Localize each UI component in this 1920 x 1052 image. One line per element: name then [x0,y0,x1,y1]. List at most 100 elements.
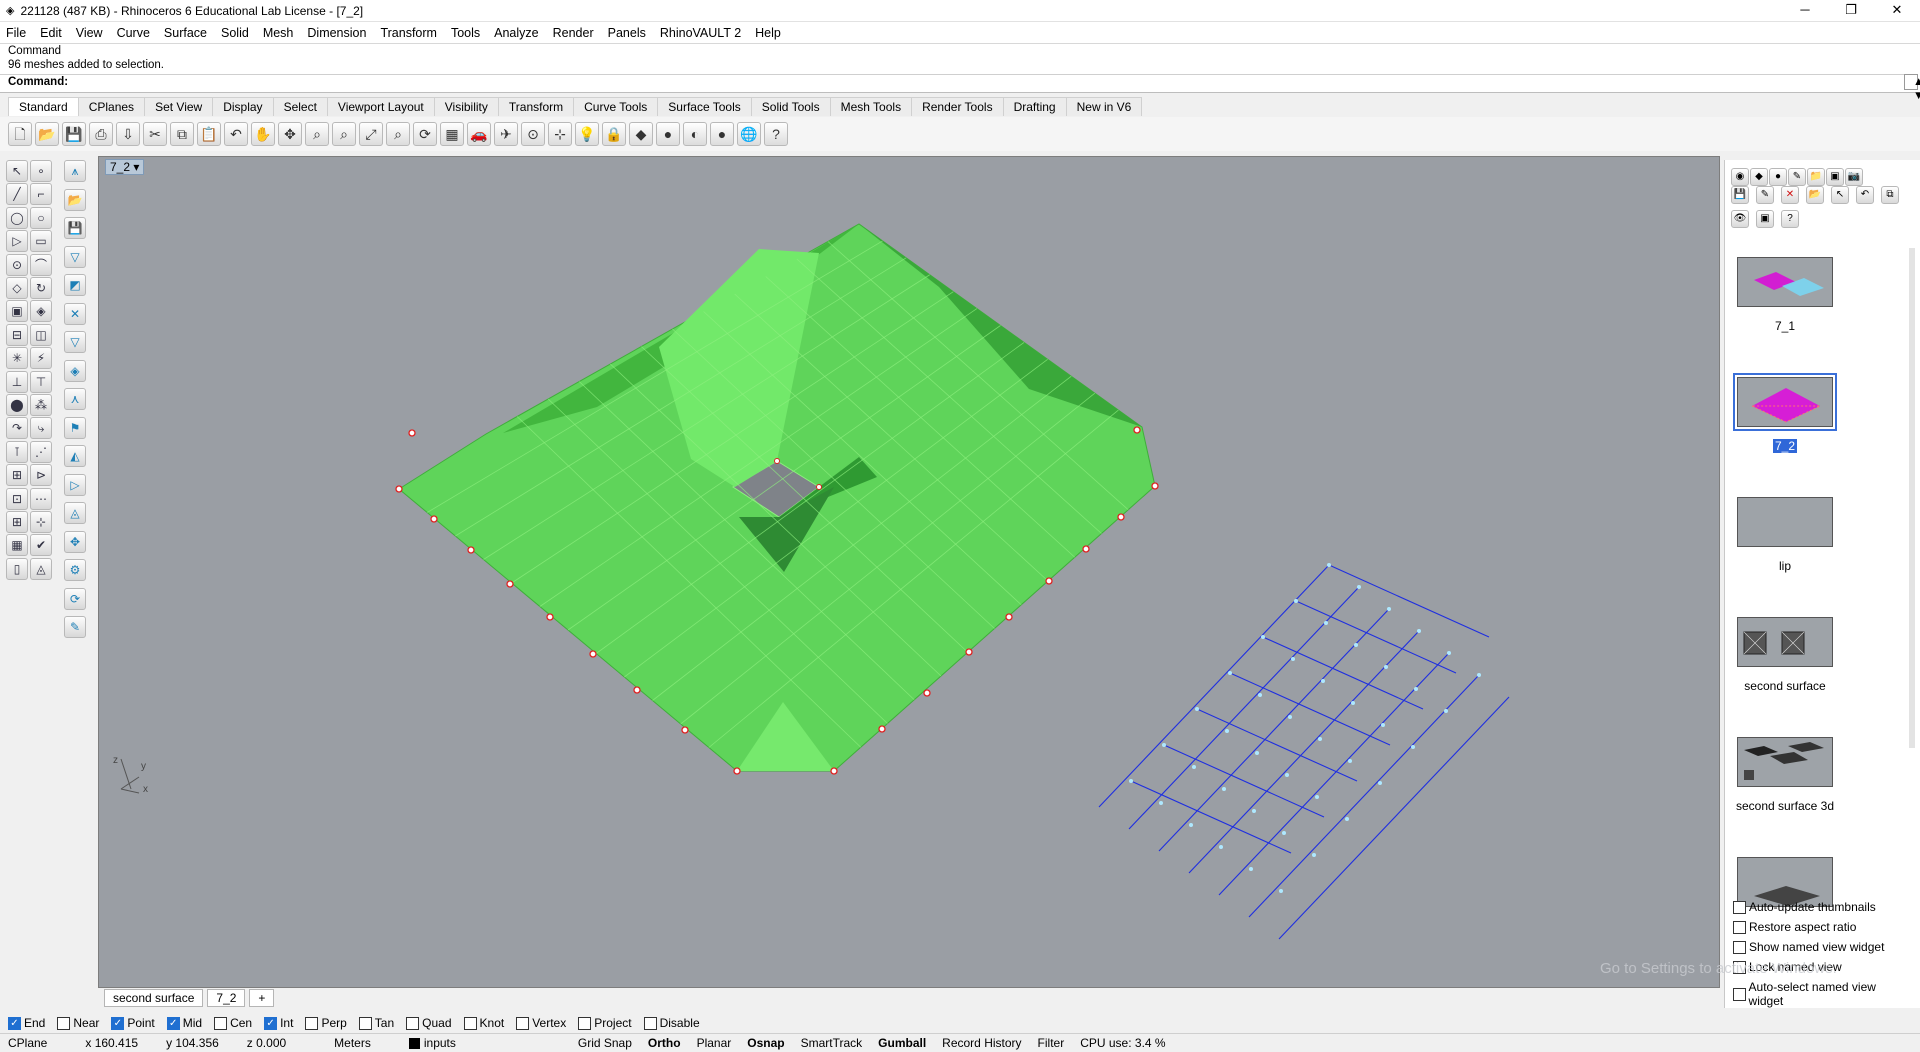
option-auto-update-thumbnails[interactable]: Auto-update thumbnails [1733,900,1907,914]
rv-settings-icon[interactable]: ⚙ [64,559,86,581]
add-view-tab-icon[interactable]: + [249,989,275,1007]
open-view-icon[interactable]: 📂 [1806,186,1824,204]
texture-icon[interactable]: ✎ [1788,168,1806,186]
undo-icon[interactable]: ↶ [224,122,248,146]
sphere-icon[interactable]: ◈ [30,300,52,323]
option-restore-aspect-ratio[interactable]: Restore aspect ratio [1733,920,1907,934]
rectangle-icon[interactable]: ▭ [30,230,52,253]
lock-icon[interactable]: 🔒 [602,122,626,146]
environment-icon[interactable]: ● [1769,168,1787,186]
menu-item-edit[interactable]: Edit [40,26,62,40]
chevron-down-icon[interactable]: ▾ [133,160,139,174]
boolean-icon[interactable]: ⬤ [6,394,28,416]
box-icon[interactable]: ▣ [6,300,28,323]
osnap-knot[interactable]: Knot [463,1016,504,1030]
widget-icon[interactable]: ▣ [1756,210,1774,228]
tab-solid-tools[interactable]: Solid Tools [750,97,831,116]
smarttrack-toggle[interactable]: SmartTrack [793,1036,871,1050]
osnap-perp[interactable]: Perp [305,1016,347,1030]
menu-item-panels[interactable]: Panels [608,26,646,40]
menu-item-analyze[interactable]: Analyze [494,26,538,40]
snap-icon[interactable]: ⊹ [548,122,572,146]
offset-icon[interactable]: ⤷ [30,417,52,440]
color-icon[interactable]: ● [656,122,680,146]
zoom-selected-icon[interactable]: ⌕ [386,122,410,146]
shade-icon[interactable]: ◐ [683,122,707,146]
menu-item-surface[interactable]: Surface [164,26,207,40]
extrude-icon[interactable]: ◫ [30,323,52,346]
cylinder-icon[interactable]: ⊟ [6,323,28,346]
rv-save-icon[interactable]: 💾 [64,217,86,239]
pan-icon[interactable]: ✋ [251,122,275,146]
menu-item-render[interactable]: Render [553,26,594,40]
rv-mesh-icon[interactable]: ▽ [64,245,86,268]
option-auto-select-named-view-widget[interactable]: Auto-select named view widget [1733,980,1907,1008]
delete-view-icon[interactable]: ✕ [1781,186,1799,204]
save-view-icon[interactable]: 💾 [1731,186,1749,204]
dimension-icon[interactable]: ⋰ [30,440,52,463]
gumball-toggle[interactable]: Gumball [870,1036,934,1050]
menu-item-transform[interactable]: Transform [380,26,437,40]
menu-item-mesh[interactable]: Mesh [263,26,294,40]
tab-new-in-v6[interactable]: New in V6 [1065,97,1143,116]
checkbox-icon[interactable] [1733,900,1746,914]
rv-pattern-icon[interactable]: ◩ [64,274,86,296]
menu-item-dimension[interactable]: Dimension [307,26,366,40]
fillet-icon[interactable]: ↷ [6,417,28,440]
panel-scrollbar[interactable] [1909,248,1915,748]
rv-relax-icon[interactable]: ⋏ [64,388,86,410]
import-icon[interactable]: ⇩ [116,122,140,146]
named-view-thumbnail[interactable] [1737,617,1833,667]
menu-item-view[interactable]: View [76,26,103,40]
cone-icon[interactable]: ◬ [30,557,52,580]
car-icon[interactable]: 🚗 [467,122,491,146]
osnap-end[interactable]: ✓ End [8,1016,45,1030]
osnap-tan[interactable]: Tan [358,1016,394,1030]
tab-select[interactable]: Select [272,97,328,116]
record-history-toggle[interactable]: Record History [934,1036,1029,1050]
rv-open-icon[interactable]: 📂 [64,188,86,211]
units-label[interactable]: Meters [294,1036,379,1050]
polygon-icon[interactable]: ▷ [6,230,28,253]
menu-item-tools[interactable]: Tools [451,26,480,40]
rv-edges-icon[interactable]: ✥ [64,530,86,553]
tab-render-tools[interactable]: Render Tools [911,97,1004,116]
polyline-icon[interactable]: ╱ [6,183,28,206]
layer-label[interactable]: inputs [420,1036,570,1050]
folder-icon[interactable]: 📁 [1807,168,1825,186]
eye-icon[interactable]: 👁 [1731,210,1749,228]
tab-cplanes[interactable]: CPlanes [77,97,146,116]
tab-drafting[interactable]: Drafting [1002,97,1067,116]
tab-visibility[interactable]: Visibility [433,97,499,116]
filter-toggle[interactable]: Filter [1030,1036,1073,1050]
checkbox-icon[interactable] [406,1016,420,1030]
rotate-icon[interactable]: ✥ [278,122,302,146]
rv-supports-icon[interactable]: ▽ [64,331,86,353]
osnap-disable[interactable]: Disable [643,1016,700,1030]
checkbox-icon[interactable] [643,1016,657,1030]
array-icon[interactable]: ⁂ [30,394,52,416]
checkbox-icon[interactable] [1733,940,1746,954]
print-icon[interactable]: ⎙ [89,122,113,146]
curve-icon[interactable]: ⌐ [30,183,52,206]
viewport[interactable]: z y x 7_2 ▾ [98,156,1720,988]
rv-thrust-icon[interactable]: ⚑ [64,416,86,439]
zoom-window-icon[interactable]: ⌕ [332,122,356,146]
tab-mesh-tools[interactable]: Mesh Tools [829,97,913,116]
menu-item-rhinovault-2[interactable]: RhinoVAULT 2 [660,26,741,40]
surface-icon[interactable]: ◇ [6,277,28,299]
camera-icon[interactable]: 📷 [1845,168,1863,186]
gumball-icon[interactable]: ⊹ [30,511,52,533]
light-icon[interactable]: 💡 [575,122,599,146]
checkbox-icon[interactable] [214,1016,228,1030]
viewport-title-tab[interactable]: 7_2 ▾ [105,159,145,175]
osnap-near[interactable]: Near [57,1016,99,1030]
named-view-thumbnail[interactable] [1733,373,1837,431]
named-view-thumbnail[interactable] [1737,737,1833,787]
zoom-extents-icon[interactable]: ⤢ [359,122,383,146]
arc-icon[interactable]: ⊙ [6,253,28,276]
checkbox-icon[interactable] [305,1016,319,1030]
grid-icon[interactable]: ⊞ [6,464,28,487]
command-scroll-arrows-icon[interactable]: ▲ ▼ [1904,74,1920,102]
tab-surface-tools[interactable]: Surface Tools [657,97,752,116]
